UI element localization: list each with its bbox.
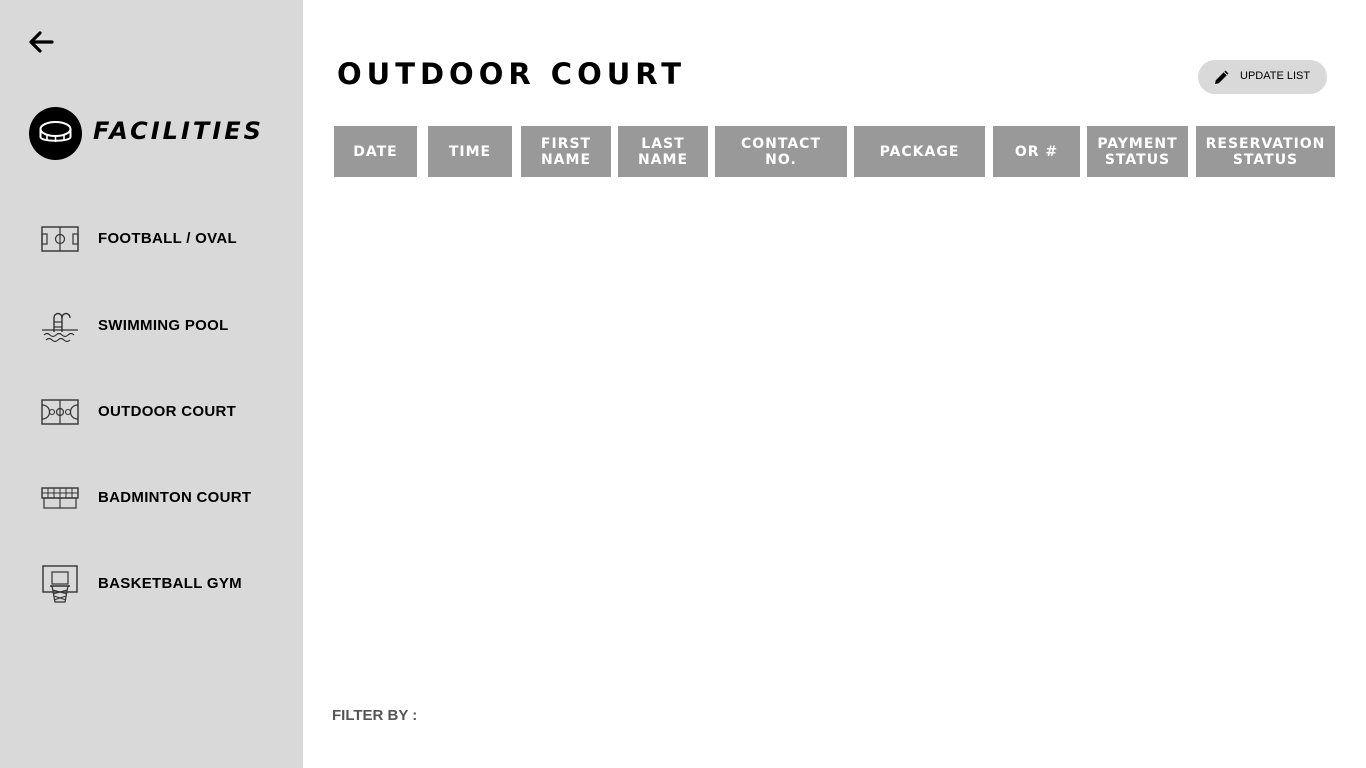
basketball-hoop-icon xyxy=(40,564,80,604)
back-arrow-icon[interactable] xyxy=(26,27,56,57)
filter-by-label: FILTER BY : xyxy=(332,707,418,724)
update-list-button[interactable]: UPDATE LIST xyxy=(1198,60,1327,94)
sidebar: FACILITIES FOOTBALL / OVAL SWIMMING POOL… xyxy=(0,0,303,768)
column-header-date[interactable]: DATE xyxy=(334,126,417,177)
nav-item-basketball-gym[interactable]: BASKETBALL GYM xyxy=(40,564,290,604)
nav-item-badminton-court[interactable]: BADMINTON COURT xyxy=(40,478,290,518)
column-header-payment-status[interactable]: PAYMENT STATUS xyxy=(1087,126,1188,177)
column-header-or-number[interactable]: OR # xyxy=(993,126,1080,177)
badminton-net-icon xyxy=(40,478,80,518)
nav-label: FOOTBALL / OVAL xyxy=(98,230,237,247)
column-header-reservation-status[interactable]: RESERVATION STATUS xyxy=(1196,126,1335,177)
column-header-first-name[interactable]: FIRST NAME xyxy=(521,126,611,177)
nav-label: BADMINTON COURT xyxy=(98,489,252,506)
pencil-icon xyxy=(1213,68,1231,86)
column-header-time[interactable]: TIME xyxy=(428,126,512,177)
nav-item-swimming-pool[interactable]: SWIMMING POOL xyxy=(40,306,290,346)
page-title: OUTDOOR COURT xyxy=(337,57,687,91)
update-list-label: UPDATE LIST xyxy=(1240,70,1311,82)
column-header-contact-no[interactable]: CONTACT NO. xyxy=(715,126,847,177)
facilities-title: FACILITIES xyxy=(93,117,264,145)
nav-label: OUTDOOR COURT xyxy=(98,403,237,420)
stadium-icon xyxy=(29,107,82,160)
nav-label: BASKETBALL GYM xyxy=(98,575,242,592)
nav-label: SWIMMING POOL xyxy=(98,317,229,334)
football-field-icon xyxy=(40,219,80,259)
swimming-pool-icon xyxy=(40,306,80,346)
outdoor-court-icon xyxy=(40,392,80,432)
column-header-package[interactable]: PACKAGE xyxy=(854,126,985,177)
nav-item-outdoor-court[interactable]: OUTDOOR COURT xyxy=(40,392,290,432)
column-header-last-name[interactable]: LAST NAME xyxy=(618,126,708,177)
nav-item-football-oval[interactable]: FOOTBALL / OVAL xyxy=(40,219,290,259)
